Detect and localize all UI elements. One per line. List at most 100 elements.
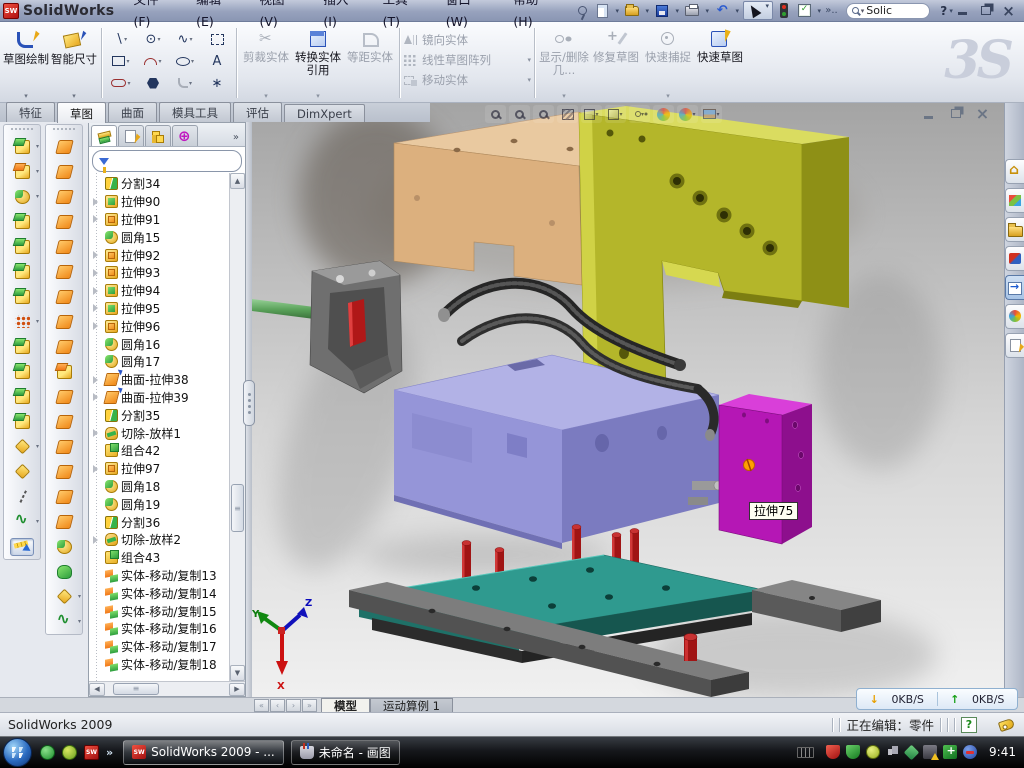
lofted-boss-button[interactable] bbox=[5, 259, 39, 284]
filled-surface-button[interactable] bbox=[47, 509, 81, 534]
replace-face-button[interactable] bbox=[47, 409, 81, 434]
sketch-button[interactable]: 草图绘制 ▾ bbox=[2, 25, 50, 101]
offset-surface-button[interactable] bbox=[47, 284, 81, 309]
input-method-icon[interactable] bbox=[797, 747, 814, 758]
sync-icon[interactable] bbox=[904, 745, 920, 761]
plane-button[interactable] bbox=[5, 459, 39, 484]
expand-icon[interactable] bbox=[93, 269, 98, 277]
volume-icon[interactable] bbox=[886, 745, 900, 759]
tab-草图[interactable]: 草图 bbox=[57, 102, 106, 123]
solidworks-resources-tab[interactable] bbox=[1005, 188, 1024, 213]
tree-item-实体-移动/复制15[interactable]: 实体-移动/复制15 bbox=[93, 602, 229, 620]
显示/删除几...-button[interactable]: 显示/删除几...▾ bbox=[538, 25, 590, 101]
tree-item-圆角19[interactable]: 圆角19 bbox=[93, 495, 229, 513]
panel-splitter[interactable] bbox=[246, 122, 252, 697]
combine-button[interactable] bbox=[5, 384, 39, 409]
curve-button[interactable]: ▾ bbox=[5, 509, 39, 534]
magenta-block[interactable] bbox=[719, 394, 812, 544]
expand-icon[interactable] bbox=[93, 536, 98, 544]
start-button[interactable] bbox=[3, 738, 32, 767]
tree-item-切除-放样2[interactable]: 切除-放样2 bbox=[93, 531, 229, 549]
quicklaunch-messenger-icon[interactable] bbox=[40, 745, 55, 760]
slot-icon[interactable]: ▾ bbox=[105, 72, 137, 94]
next-tab-icon[interactable]: › bbox=[286, 699, 301, 712]
doc-tab-运动算例 1[interactable]: 运动算例 1 bbox=[370, 698, 453, 712]
undo-button[interactable]: ↶ bbox=[713, 2, 731, 19]
swept-surface-button[interactable] bbox=[47, 134, 81, 159]
doc-tab-模型[interactable]: 模型 bbox=[321, 698, 370, 712]
doc-close-button[interactable]: × bbox=[975, 107, 990, 120]
ellipse-icon[interactable]: ▾ bbox=[169, 50, 201, 72]
menu-视图(V)[interactable]: 视图(V) bbox=[248, 0, 312, 33]
tab-特征[interactable]: 特征 bbox=[6, 102, 55, 122]
extended-surface-button[interactable] bbox=[47, 184, 81, 209]
planar-surface-button[interactable] bbox=[47, 309, 81, 334]
tree-item-圆角16[interactable]: 圆角16 bbox=[93, 335, 229, 353]
doc-restore-button[interactable] bbox=[948, 107, 963, 120]
dome-button[interactable] bbox=[47, 559, 81, 584]
wrap-button[interactable] bbox=[5, 284, 39, 309]
tab-评估[interactable]: 评估 bbox=[233, 102, 282, 122]
tree-item-实体-移动/复制17[interactable]: 实体-移动/复制17 bbox=[93, 638, 229, 656]
tree-item-拉伸93[interactable]: 拉伸93 bbox=[93, 264, 229, 282]
tree-item-拉伸91[interactable]: 拉伸91 bbox=[93, 211, 229, 229]
tree-item-组合43[interactable]: 组合43 bbox=[93, 549, 229, 567]
quick-tips-button[interactable]: ? bbox=[961, 717, 977, 733]
tab-DimXpert[interactable]: DimXpert bbox=[284, 104, 365, 122]
tree-vertical-scrollbar[interactable]: ▲ ≡ ▼ bbox=[229, 173, 245, 681]
sketch-text-icon[interactable]: A bbox=[201, 50, 233, 72]
appearances-icon[interactable] bbox=[653, 105, 674, 123]
剪裁实体-button[interactable]: 剪裁实体▾ bbox=[240, 25, 292, 101]
restore-button[interactable] bbox=[978, 4, 993, 17]
apply-scene-icon[interactable]: ▾ bbox=[701, 105, 722, 123]
转换实体引用-button[interactable]: 转换实体引用▾ bbox=[292, 25, 344, 101]
display-style-icon[interactable]: ▾ bbox=[605, 105, 626, 123]
移动实体-button[interactable]: 移动实体▾ bbox=[403, 72, 531, 88]
graphics-area[interactable]: Y Z X ▾▾▾▾▾ × 拉伸75 bbox=[252, 103, 1004, 697]
antivirus-shield-icon[interactable] bbox=[826, 745, 840, 759]
design-library-tab[interactable] bbox=[1005, 217, 1024, 242]
zoom-in-out-icon[interactable] bbox=[533, 105, 554, 123]
expand-icon[interactable] bbox=[93, 304, 98, 312]
zoom-fit-icon[interactable] bbox=[485, 105, 506, 123]
featuremanager-design-tree-tab[interactable] bbox=[91, 125, 117, 146]
quicklaunch-overflow-icon[interactable]: » bbox=[106, 746, 113, 759]
revolved-surface-button[interactable] bbox=[47, 159, 81, 184]
pin-icon[interactable] bbox=[573, 2, 591, 19]
minimize-button[interactable] bbox=[955, 4, 970, 17]
tree-item-组合42[interactable]: 组合42 bbox=[93, 442, 229, 460]
tree-item-圆角17[interactable]: 圆角17 bbox=[93, 353, 229, 371]
quicklaunch-solidworks-icon[interactable]: SW bbox=[84, 745, 99, 760]
线性草图阵列-button[interactable]: 线性草图阵列▾ bbox=[403, 52, 531, 68]
hide-show-items-icon[interactable]: ▾ bbox=[629, 105, 650, 123]
propertymanager-tab[interactable] bbox=[118, 125, 144, 146]
point-icon[interactable]: ∗ bbox=[201, 72, 233, 94]
first-tab-icon[interactable]: « bbox=[254, 699, 269, 712]
reference-point-button[interactable]: ▾ bbox=[5, 434, 39, 459]
knit-surface-button[interactable] bbox=[47, 334, 81, 359]
search-ball-icon[interactable] bbox=[866, 745, 880, 759]
tree-item-切除-放样1[interactable]: 切除-放样1 bbox=[93, 424, 229, 442]
green-shield-icon[interactable] bbox=[846, 745, 860, 759]
toolbar-drag-handle[interactable] bbox=[10, 127, 34, 132]
h-scrollbar-thumb[interactable]: ≡ bbox=[113, 683, 159, 695]
view-palette-tab[interactable] bbox=[1005, 275, 1024, 300]
expand-icon[interactable] bbox=[93, 465, 98, 473]
tree-item-拉伸94[interactable]: 拉伸94 bbox=[93, 282, 229, 300]
network-warning-icon[interactable] bbox=[923, 745, 937, 759]
tree-item-拉伸97[interactable]: 拉伸97 bbox=[93, 460, 229, 478]
curves-button[interactable]: ▾ bbox=[47, 609, 81, 634]
view-orientation-icon[interactable]: ▾ bbox=[581, 105, 602, 123]
swept-boss-button[interactable] bbox=[5, 209, 39, 234]
sketch-fillet-icon[interactable]: ▾ bbox=[169, 72, 201, 94]
mid-surface-button[interactable] bbox=[47, 484, 81, 509]
split-body-button[interactable] bbox=[5, 359, 39, 384]
last-tab-icon[interactable]: » bbox=[302, 699, 317, 712]
home-tab[interactable] bbox=[1005, 159, 1024, 184]
search-box[interactable]: ▾ Solic bbox=[846, 3, 930, 19]
等距实体-button[interactable]: 等距实体 bbox=[344, 25, 396, 101]
reference-geometry-button[interactable]: ▾ bbox=[47, 584, 81, 609]
修复草图-button[interactable]: 修复草图 bbox=[590, 25, 642, 101]
new-file-button[interactable] bbox=[593, 2, 611, 19]
splitter-handle[interactable] bbox=[243, 380, 255, 426]
